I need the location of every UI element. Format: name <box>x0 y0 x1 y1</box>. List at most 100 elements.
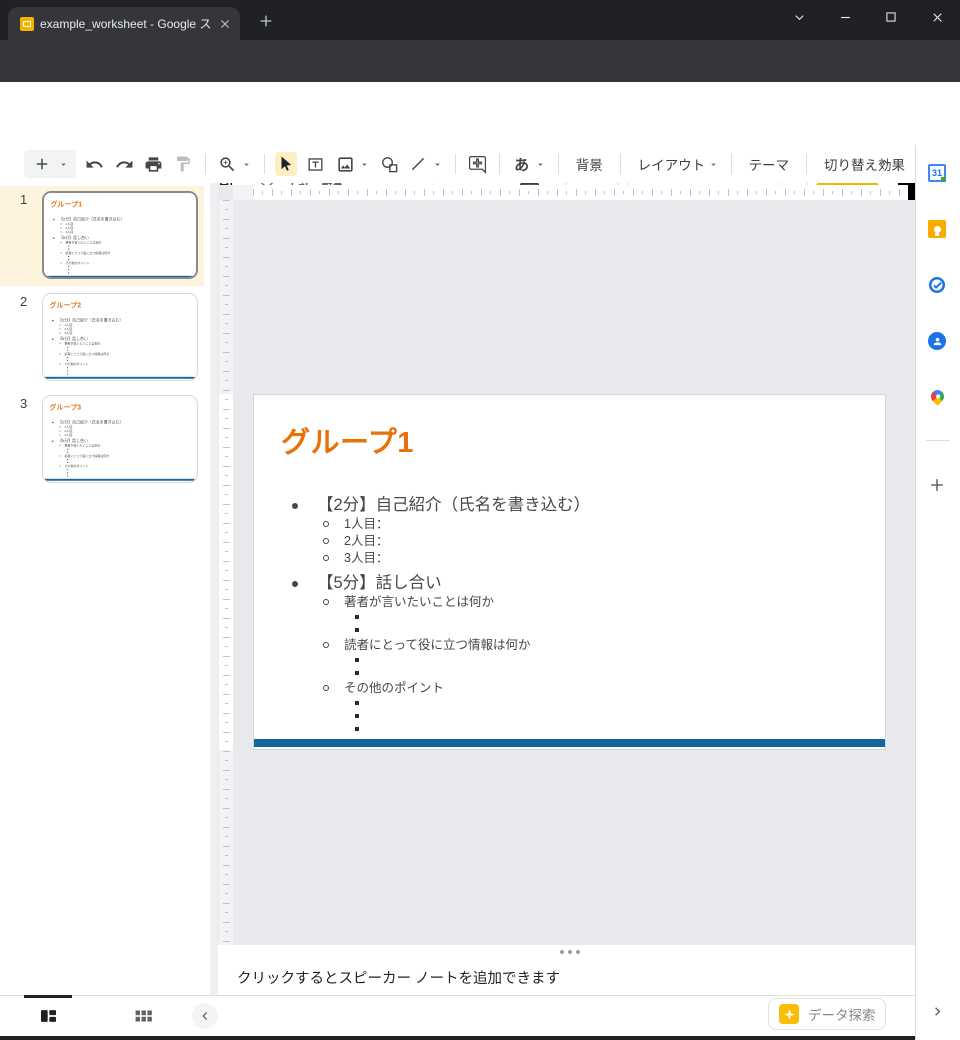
slide-body-textbox[interactable]: 【2分】自己紹介（氏名を書き込む）1人目：2人目：3人目：【5分】話し合い著者が… <box>44 216 194 275</box>
transition-button[interactable]: 切り替え効果 <box>814 154 915 174</box>
bullet-item: 【5分】話し合い <box>254 573 877 594</box>
bullet-item <box>254 667 877 680</box>
explore-button[interactable]: データ探索 <box>768 998 886 1030</box>
tasks-icon[interactable] <box>928 276 946 294</box>
edit-toolbar: あ 背景 レイアウト テーマ 切り替え効果 <box>0 145 915 183</box>
zoom-button[interactable] <box>217 152 238 176</box>
explore-star-icon <box>779 1004 799 1024</box>
speaker-notes-placeholder[interactable]: クリックするとスピーカー ノートを追加できます <box>237 967 560 988</box>
filmstrip-slide-3[interactable]: 3 グループ3 【2分】自己紹介（氏名を書き込む）1人目：2人目：3人目：【5分… <box>0 390 204 490</box>
thumbnail-slide-content: グループ3 【2分】自己紹介（氏名を書き込む）1人目：2人目：3人目：【5分】話… <box>43 396 195 481</box>
add-comment-button[interactable] <box>467 152 488 176</box>
chevron-down-icon[interactable] <box>534 152 547 176</box>
google-slides-window: example_worksheet - Google スラ <box>0 0 960 1040</box>
keep-icon[interactable] <box>928 220 946 238</box>
hide-menus-chevron[interactable] <box>876 154 893 171</box>
bullet-item <box>254 697 877 710</box>
insert-shape-button[interactable] <box>378 152 399 176</box>
slide-title[interactable]: グループ2 <box>49 300 81 310</box>
slide-thumbnail[interactable]: グループ3 【2分】自己紹介（氏名を書き込む）1人目：2人目：3人目：【5分】話… <box>42 395 198 483</box>
slide-title[interactable]: グループ3 <box>49 402 81 412</box>
collapse-filmstrip-chevron[interactable] <box>192 1003 218 1029</box>
tab-close-icon[interactable] <box>218 17 232 31</box>
paint-format-button[interactable] <box>172 152 193 176</box>
browser-titlebar: example_worksheet - Google スラ <box>0 0 960 40</box>
slide-number: 3 <box>20 396 27 411</box>
divider <box>558 154 559 174</box>
bullet-item: 著者が言いたいことは何か <box>254 594 877 611</box>
slide-title[interactable]: グループ1 <box>281 419 414 461</box>
slide-body-textbox[interactable]: 【2分】自己紹介（氏名を書き込む）1人目：2人目：3人目： 【5分】話し合い著者が… <box>254 489 877 736</box>
print-button[interactable] <box>143 152 164 176</box>
divider <box>264 154 265 174</box>
layout-button[interactable]: レイアウト <box>628 154 716 174</box>
background-button[interactable]: 背景 <box>566 154 613 174</box>
theme-button[interactable]: テーマ <box>739 154 800 174</box>
slides-app-header: example_worksheet ファイル 編集 表示 挿入 表示形式 スライ… <box>0 82 960 145</box>
bullet-item: 3人目： <box>43 433 193 437</box>
new-slide-button[interactable] <box>24 150 76 178</box>
slide-page[interactable]: グループ1 【2分】自己紹介（氏名を書き込む）1人目：2人目：3人目： 【5分】話… <box>253 394 886 750</box>
filmstrip-slide-1[interactable]: 1 グループ1 【2分】自己紹介（氏名を書き込む）1人目：2人目：3人目：【5分… <box>0 186 204 286</box>
browser-tab[interactable]: example_worksheet - Google スラ <box>8 7 240 40</box>
calendar-icon[interactable]: 31 <box>928 164 946 182</box>
maps-icon[interactable] <box>928 388 946 406</box>
bullet-item <box>254 710 877 723</box>
bullet-item: 3人目： <box>44 230 194 234</box>
window-menu-chevron-icon[interactable] <box>788 6 810 28</box>
bullet-item: 3人目： <box>43 331 193 335</box>
chevron-down-icon[interactable] <box>56 152 70 176</box>
chevron-down-icon[interactable] <box>358 152 371 176</box>
contacts-icon[interactable] <box>928 332 946 350</box>
bullet-item: その他のポイント <box>254 680 877 697</box>
chevron-down-icon[interactable] <box>431 152 444 176</box>
add-addon-button[interactable] <box>927 475 947 495</box>
window-maximize-button[interactable] <box>880 6 902 28</box>
bullet-item: 【2分】自己紹介（氏名を書き込む） <box>254 495 877 516</box>
divider <box>499 154 500 174</box>
window-minimize-button[interactable] <box>834 6 856 28</box>
filmstrip-view-button[interactable] <box>38 1006 59 1026</box>
filmstrip-slide-2[interactable]: 2 グループ2 【2分】自己紹介（氏名を書き込む）1人目：2人目：3人目：【5分… <box>0 288 204 388</box>
chevron-down-icon[interactable] <box>240 152 253 176</box>
bullet-item <box>254 624 877 637</box>
chevron-down-icon[interactable] <box>707 152 720 176</box>
divider <box>620 154 621 174</box>
undo-button[interactable] <box>84 152 105 176</box>
slide-body-textbox[interactable]: 【2分】自己紹介（氏名を書き込む）1人目：2人目：3人目：【5分】話し合い著者が… <box>43 419 193 478</box>
bullet-item: 3人目： <box>254 550 877 567</box>
expand-side-panel-chevron[interactable] <box>929 1003 946 1020</box>
thumbnail-slide-content: グループ2 【2分】自己紹介（氏名を書き込む）1人目：2人目：3人目：【5分】話… <box>43 294 195 379</box>
window-close-button[interactable] <box>926 6 948 28</box>
slide-canvas-area[interactable]: グループ1 【2分】自己紹介（氏名を書き込む）1人目：2人目：3人目： 【5分】話… <box>218 200 915 945</box>
slide-thumbnail[interactable]: グループ1 【2分】自己紹介（氏名を書き込む）1人目：2人目：3人目：【5分】話… <box>42 191 198 279</box>
ruler-corner <box>218 185 233 200</box>
theme-accent-bar <box>44 276 196 278</box>
text-box-button[interactable] <box>305 152 326 176</box>
new-tab-button[interactable] <box>258 13 274 29</box>
bullet-item <box>254 611 877 624</box>
explore-label: データ探索 <box>808 1004 876 1024</box>
insert-image-button[interactable] <box>334 152 355 176</box>
thumbnail-slide-content: グループ1 【2分】自己紹介（氏名を書き込む）1人目：2人目：3人目：【5分】話… <box>44 193 196 278</box>
insert-line-button[interactable] <box>408 152 429 176</box>
grid-view-button[interactable] <box>134 1008 153 1024</box>
speaker-notes[interactable]: クリックするとスピーカー ノートを追加できます <box>225 958 915 995</box>
slide-body-textbox[interactable]: 【2分】自己紹介（氏名を書き込む）1人目：2人目：3人目：【5分】話し合い著者が… <box>43 317 193 376</box>
bullet-item: 2人目： <box>254 533 877 550</box>
notes-resize-handle[interactable] <box>225 945 915 958</box>
tab-title: example_worksheet - Google スラ <box>40 15 212 32</box>
divider <box>205 154 206 174</box>
divider <box>731 154 732 174</box>
bottom-bar: データ探索 <box>0 995 915 1036</box>
redo-button[interactable] <box>113 152 134 176</box>
filmstrip-scrollbar[interactable] <box>210 183 218 995</box>
select-tool-button[interactable] <box>275 152 296 176</box>
input-tools-button[interactable]: あ <box>511 152 532 176</box>
theme-accent-bar <box>254 739 885 747</box>
slide-number: 1 <box>20 192 27 207</box>
theme-accent-bar <box>43 479 195 481</box>
slide-title[interactable]: グループ1 <box>50 199 82 209</box>
slide-thumbnail[interactable]: グループ2 【2分】自己紹介（氏名を書き込む）1人目：2人目：3人目：【5分】話… <box>42 293 198 381</box>
bullet-item: 1人目： <box>254 516 877 533</box>
